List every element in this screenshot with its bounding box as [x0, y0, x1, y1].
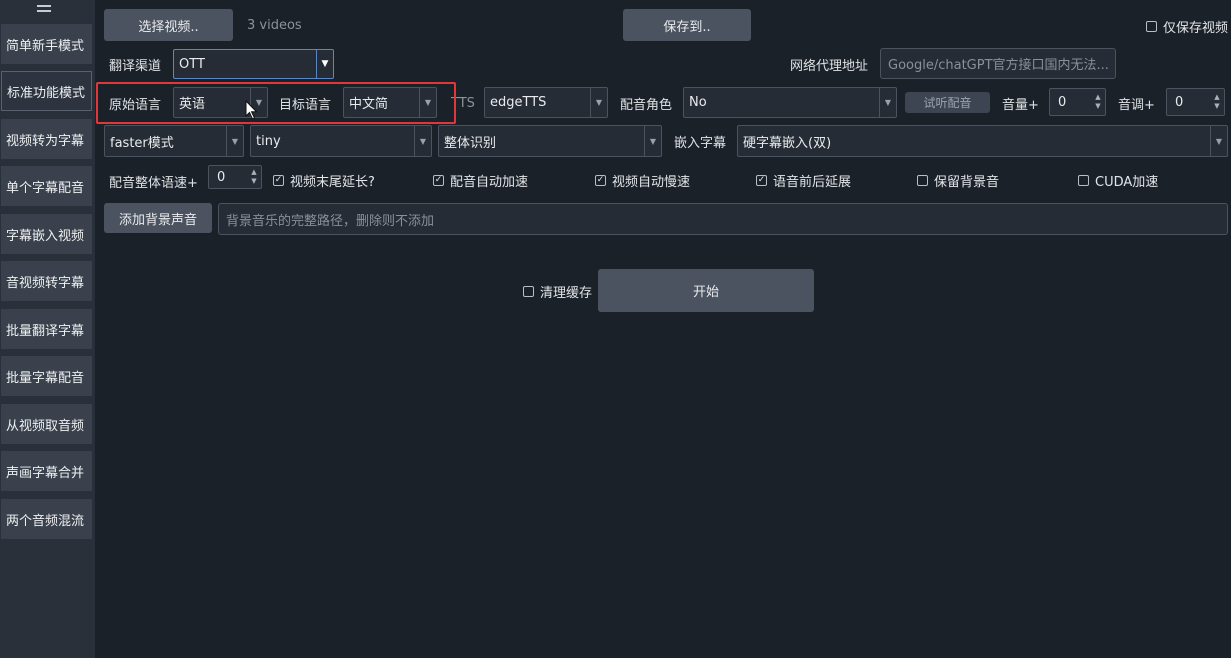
keep-background-label: 保留背景音 — [934, 174, 1000, 190]
chevron-down-icon: ▼ — [590, 88, 607, 117]
chevron-down-icon: ▼ — [226, 126, 243, 156]
start-button[interactable]: 开始 — [598, 269, 814, 312]
pitch-stepper[interactable]: 0 ▲ ▼ — [1166, 88, 1225, 116]
voice-extend-label: 语音前后延展 — [773, 174, 852, 190]
add-background-audio-button[interactable]: 添加背景声音 — [104, 203, 212, 233]
stepper-arrows-icon[interactable]: ▲ ▼ — [1091, 89, 1105, 115]
auto-slow-video-label: 视频自动慢速 — [612, 174, 691, 190]
recognition-mode-select[interactable]: faster模式 ▼ — [104, 125, 244, 157]
extend-video-end-checkbox[interactable]: ✓ 视频末尾延长? — [273, 171, 375, 190]
sidebar-item-embed-subtitle[interactable]: 字幕嵌入视频 — [1, 214, 92, 254]
highlight-box — [96, 82, 456, 124]
voice-role-select[interactable]: No ▼ — [683, 87, 897, 118]
tts-value: edgeTTS — [490, 95, 547, 110]
translate-channel-label: 翻译渠道 — [109, 58, 162, 74]
sidebar-item-merge[interactable]: 声画字幕合并 — [1, 451, 92, 491]
sidebar-item-batch-dub[interactable]: 批量字幕配音 — [1, 356, 92, 396]
stepper-arrows-icon[interactable]: ▲ ▼ — [247, 166, 261, 188]
volume-value: 0 — [1058, 94, 1067, 110]
check-icon: ✓ — [433, 174, 444, 186]
translate-channel-select[interactable]: OTT ▼ — [173, 49, 334, 79]
translate-channel-value: OTT — [179, 56, 205, 72]
volume-stepper[interactable]: 0 ▲ ▼ — [1049, 88, 1106, 116]
stepper-arrows-icon[interactable]: ▲ ▼ — [1210, 89, 1224, 115]
speed-stepper[interactable]: 0 ▲ ▼ — [208, 165, 262, 189]
auto-slow-video-checkbox[interactable]: ✓ 视频自动慢速 — [595, 171, 691, 190]
chevron-down-icon: ▼ — [1210, 126, 1227, 156]
proxy-label: 网络代理地址 — [790, 58, 869, 74]
checkbox-icon — [917, 174, 928, 186]
clear-cache-checkbox[interactable]: 清理缓存 — [523, 282, 593, 301]
mouse-cursor-icon — [245, 100, 258, 120]
auto-speed-dub-label: 配音自动加速 — [450, 174, 529, 190]
check-icon: ✓ — [595, 174, 606, 186]
sidebar-item-standard[interactable]: 标准功能模式 — [1, 71, 92, 111]
chevron-down-icon: ▼ — [644, 126, 661, 156]
sidebar-item-batch-translate[interactable]: 批量翻译字幕 — [1, 309, 92, 349]
only-save-video-label: 仅保存视频 — [1163, 20, 1229, 36]
extend-video-end-label: 视频末尾延长? — [290, 174, 375, 190]
clear-cache-label: 清理缓存 — [540, 285, 593, 301]
speed-label: 配音整体语速+ — [109, 175, 198, 191]
embed-subtitle-value: 硬字幕嵌入(双) — [743, 135, 832, 151]
cuda-label: CUDA加速 — [1095, 174, 1159, 190]
select-video-button[interactable]: 选择视频.. — [104, 9, 233, 41]
checkbox-icon — [1078, 174, 1089, 186]
voice-extend-checkbox[interactable]: ✓ 语音前后延展 — [756, 171, 852, 190]
chevron-down-icon: ▼ — [316, 50, 333, 78]
check-icon: ✓ — [756, 174, 767, 186]
sidebar-item-extract-audio[interactable]: 从视频取音频 — [1, 404, 92, 444]
proxy-input[interactable]: Google/chatGPT官方接口国内无法... — [880, 48, 1116, 79]
model-select[interactable]: tiny ▼ — [250, 125, 432, 157]
voice-role-value: No — [689, 95, 707, 110]
sidebar: 简单新手模式 标准功能模式 视频转为字幕 单个字幕配音 字幕嵌入视频 音视频转字… — [0, 0, 95, 658]
voice-role-label: 配音角色 — [620, 97, 673, 113]
volume-label: 音量+ — [1002, 97, 1039, 113]
checkbox-icon — [1146, 20, 1157, 32]
chevron-down-icon: ▼ — [414, 126, 431, 156]
split-mode-value: 整体识别 — [444, 135, 497, 151]
sidebar-item-single-dub[interactable]: 单个字幕配音 — [1, 166, 92, 206]
sidebar-item-beginner[interactable]: 简单新手模式 — [1, 24, 92, 64]
video-count: 3 videos — [247, 17, 302, 33]
checkbox-icon — [523, 285, 534, 297]
model-value: tiny — [256, 133, 281, 149]
tts-select[interactable]: edgeTTS ▼ — [484, 87, 608, 118]
speed-value: 0 — [217, 169, 226, 185]
sidebar-item-audio-mix[interactable]: 两个音频混流 — [1, 499, 92, 539]
auto-speed-dub-checkbox[interactable]: ✓ 配音自动加速 — [433, 171, 529, 190]
chevron-down-icon: ▼ — [879, 88, 896, 117]
cuda-checkbox[interactable]: CUDA加速 — [1078, 171, 1159, 190]
check-icon: ✓ — [273, 174, 284, 186]
recognition-mode-value: faster模式 — [110, 135, 174, 151]
save-to-button[interactable]: 保存到.. — [623, 9, 751, 41]
keep-background-checkbox[interactable]: 保留背景音 — [917, 171, 1000, 190]
sidebar-item-av-to-subtitle[interactable]: 音视频转字幕 — [1, 261, 92, 301]
embed-subtitle-label: 嵌入字幕 — [674, 135, 727, 151]
pitch-label: 音调+ — [1118, 97, 1155, 113]
embed-subtitle-select[interactable]: 硬字幕嵌入(双) ▼ — [737, 125, 1228, 157]
pitch-value: 0 — [1175, 94, 1184, 110]
sidebar-item-video-to-subtitle[interactable]: 视频转为字幕 — [1, 119, 92, 159]
background-audio-path-input[interactable]: 背景音乐的完整路径，删除则不添加 — [218, 203, 1228, 235]
menu-icon[interactable] — [37, 5, 51, 15]
listen-dub-button[interactable]: 试听配音 — [905, 92, 990, 113]
split-mode-select[interactable]: 整体识别 ▼ — [438, 125, 662, 157]
only-save-video-checkbox[interactable]: 仅保存视频 — [1146, 17, 1229, 36]
